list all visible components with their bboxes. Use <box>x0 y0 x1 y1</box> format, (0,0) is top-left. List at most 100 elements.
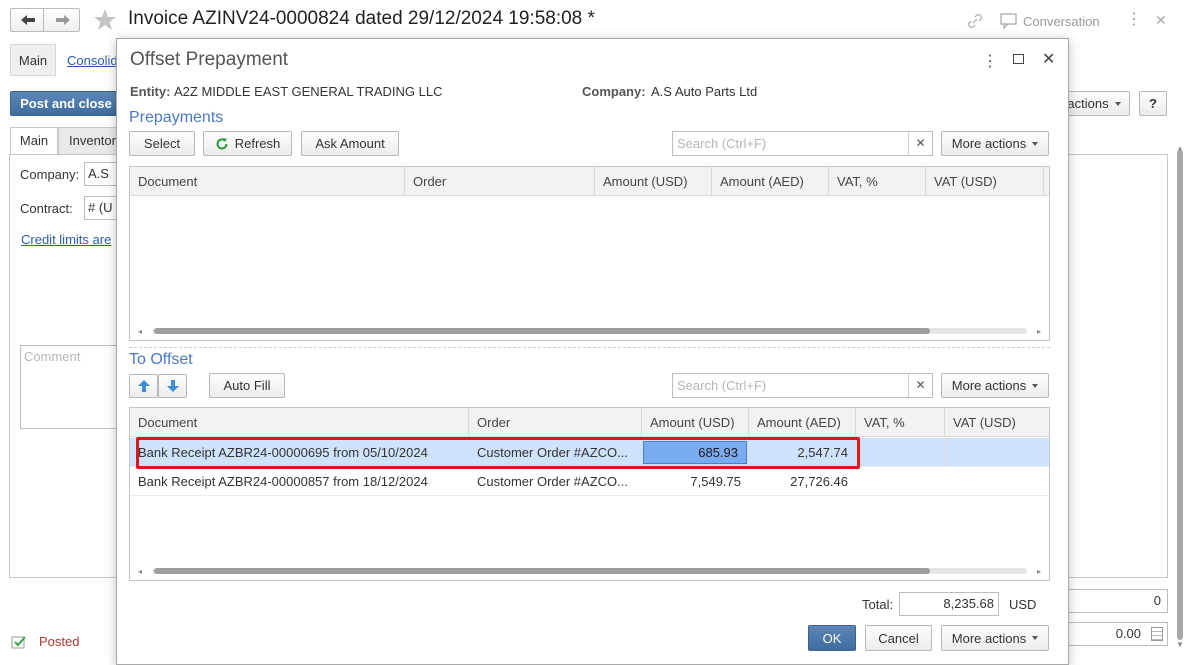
help-button[interactable]: ? <box>1139 91 1167 116</box>
chevron-down-icon <box>1032 636 1039 640</box>
to-offset-title: To Offset <box>129 351 193 368</box>
right-field-1-value: 0 <box>1153 593 1161 608</box>
move-down-button[interactable] <box>158 374 187 398</box>
row-vat-pct <box>856 467 945 496</box>
contract-label: Contract: <box>20 201 73 216</box>
table-row[interactable]: Bank Receipt AZBR24-00000857 from 18/12/… <box>130 467 1049 496</box>
link-icon[interactable] <box>966 12 984 30</box>
comment-field[interactable]: Comment <box>20 345 117 429</box>
col-vat-pct[interactable]: VAT, % <box>829 167 926 196</box>
arrow-up-icon <box>137 380 150 392</box>
row-vat-usd <box>945 438 1049 467</box>
to-offset-more-actions[interactable]: More actions <box>941 373 1049 398</box>
back-button[interactable] <box>10 8 44 32</box>
conversation-label[interactable]: Conversation <box>1023 14 1100 29</box>
col-amount-usd[interactable]: Amount (USD) <box>642 408 749 437</box>
entity-value: A2Z MIDDLE EAST GENERAL TRADING LLC <box>174 84 443 99</box>
col-amount-aed[interactable]: Amount (AED) <box>712 167 829 196</box>
dialog-menu-icon[interactable]: ⋮ <box>982 51 998 71</box>
clear-search-icon[interactable]: ✕ <box>908 374 932 397</box>
company-field[interactable]: A.S A <box>84 162 118 186</box>
row-vat-usd <box>945 467 1049 496</box>
col-order[interactable]: Order <box>405 167 595 196</box>
forward-button[interactable] <box>44 8 80 32</box>
arrow-right-icon <box>56 15 70 25</box>
offset-prepayment-dialog: Offset Prepayment ⋮ ✕ Entity: A2Z MIDDLE… <box>116 38 1069 665</box>
contract-field[interactable]: # (U <box>84 196 118 220</box>
ok-button[interactable]: OK <box>808 625 856 651</box>
right-field-2-value: 0.00 <box>1115 626 1141 641</box>
prepayments-table[interactable]: Document Order Amount (USD) Amount (AED)… <box>129 166 1050 341</box>
more-actions-bg-label: actions <box>1067 96 1109 111</box>
comment-placeholder: Comment <box>24 349 81 364</box>
col-amount-usd[interactable]: Amount (USD) <box>595 167 712 196</box>
dialog-close-icon[interactable]: ✕ <box>1042 49 1055 69</box>
post-and-close-button[interactable]: Post and close <box>10 91 122 116</box>
scroll-right-icon[interactable]: ▸ <box>1037 327 1041 336</box>
col-vat-usd[interactable]: VAT (USD) <box>945 408 1049 437</box>
window-title: Invoice AZINV24-0000824 dated 29/12/2024… <box>128 8 595 29</box>
refresh-label: Refresh <box>234 136 281 151</box>
total-field: 8,235.68 <box>899 592 999 616</box>
right-field-1[interactable]: 0 <box>1068 589 1168 613</box>
clear-search-icon[interactable]: ✕ <box>908 132 932 155</box>
credit-limits-link[interactable]: Credit limits are <box>21 232 117 247</box>
prepayments-more-actions[interactable]: More actions <box>941 131 1049 156</box>
star-icon[interactable] <box>93 8 117 32</box>
row-amount-usd: 7,549.75 <box>690 474 741 489</box>
prepayments-more-actions-label: More actions <box>951 136 1027 151</box>
window-menu-icon[interactable]: ⋮ <box>1126 12 1142 28</box>
to-offset-table[interactable]: Document Order Amount (USD) Amount (AED)… <box>129 407 1050 581</box>
move-up-button[interactable] <box>129 374 158 398</box>
contract-field-value: # (U <box>88 200 113 215</box>
more-actions-bg-button[interactable]: actions <box>1066 91 1130 116</box>
vertical-scrollbar-thumb[interactable] <box>1177 150 1183 640</box>
refresh-button[interactable]: Refresh <box>203 131 292 156</box>
to-offset-hscroll[interactable]: ◂ ▸ <box>138 567 1041 576</box>
prepayments-table-header: Document Order Amount (USD) Amount (AED)… <box>130 167 1049 196</box>
right-panel <box>1068 154 1168 578</box>
refresh-icon <box>216 137 228 149</box>
prepayments-hscroll-thumb[interactable] <box>154 328 930 334</box>
col-order[interactable]: Order <box>469 408 642 437</box>
splitter[interactable] <box>129 347 1050 348</box>
to-offset-search[interactable]: Search (Ctrl+F) ✕ <box>672 373 933 398</box>
inner-tab-inventory[interactable]: Inventory <box>58 127 120 155</box>
to-offset-more-actions-label: More actions <box>951 378 1027 393</box>
conversation-icon[interactable] <box>1000 13 1018 29</box>
tab-consolid[interactable]: Consolid <box>67 53 118 68</box>
chevron-down-icon <box>1032 141 1039 146</box>
scroll-right-icon[interactable]: ▸ <box>1037 567 1041 576</box>
arrow-left-icon <box>21 15 35 25</box>
col-document[interactable]: Document <box>130 408 469 437</box>
select-button[interactable]: Select <box>129 131 195 156</box>
tab-main[interactable]: Main <box>10 44 56 76</box>
dialog-more-actions[interactable]: More actions <box>941 625 1049 651</box>
col-document[interactable]: Document <box>130 167 405 196</box>
chevron-down-icon <box>1114 101 1121 106</box>
col-vat-pct[interactable]: VAT, % <box>856 408 945 437</box>
company-label-dialog: Company: <box>582 84 646 99</box>
prepayments-search-placeholder: Search (Ctrl+F) <box>677 136 767 151</box>
col-amount-aed[interactable]: Amount (AED) <box>749 408 856 437</box>
prepayments-hscroll[interactable]: ◂ ▸ <box>138 327 1041 336</box>
row-amount-aed: 27,726.46 <box>790 474 848 489</box>
to-offset-search-placeholder: Search (Ctrl+F) <box>677 378 767 393</box>
dialog-title: Offset Prepayment <box>130 49 289 70</box>
ask-amount-button[interactable]: Ask Amount <box>301 131 399 156</box>
window-close-icon[interactable]: ✕ <box>1155 12 1167 29</box>
entity-label: Entity: <box>130 84 171 99</box>
prepayments-search[interactable]: Search (Ctrl+F) ✕ <box>672 131 933 156</box>
row-vat-pct <box>856 438 945 467</box>
right-field-2[interactable]: 0.00 <box>1068 622 1168 646</box>
scroll-left-icon[interactable]: ◂ <box>138 567 142 576</box>
calculator-icon[interactable] <box>1151 627 1163 641</box>
col-vat-usd[interactable]: VAT (USD) <box>926 167 1044 196</box>
maximize-icon[interactable] <box>1013 54 1024 64</box>
scroll-left-icon[interactable]: ◂ <box>138 327 142 336</box>
auto-fill-button[interactable]: Auto Fill <box>209 373 285 398</box>
cancel-button[interactable]: Cancel <box>865 625 932 651</box>
to-offset-hscroll-thumb[interactable] <box>154 568 930 574</box>
inner-tab-main[interactable]: Main <box>10 127 58 155</box>
vertical-scrollbar[interactable]: ▲ ▼ <box>1176 144 1184 649</box>
